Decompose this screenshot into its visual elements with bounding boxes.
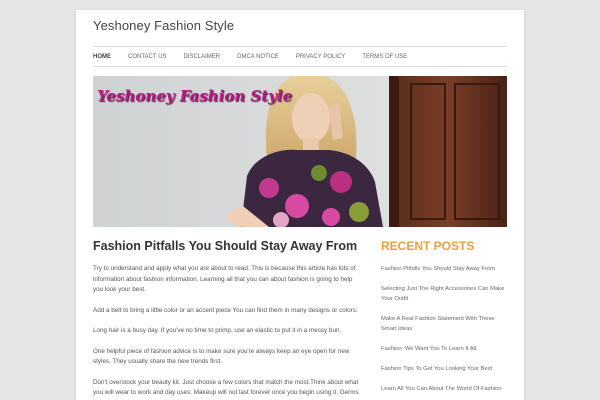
header-banner-image: Yeshoney Fashion Style bbox=[93, 76, 507, 227]
nav-item-terms-of-use[interactable]: TERMS OF USE bbox=[362, 54, 407, 60]
nav-item-home[interactable]: HOME bbox=[93, 54, 111, 60]
recent-posts-heading: RECENT POSTS bbox=[381, 239, 475, 253]
post-title[interactable]: Fashion Pitfalls You Should Stay Away Fr… bbox=[93, 239, 363, 253]
sidebar: RECENT POSTS Fashion Pitfalls You Should… bbox=[381, 239, 511, 400]
recent-posts-list: Fashion Pitfalls You Should Stay Away Fr… bbox=[381, 264, 511, 394]
post-paragraph: One helpful piece of fashion advice is t… bbox=[93, 347, 350, 366]
recent-post-link[interactable]: Learn All You Can About The World Of Fas… bbox=[381, 384, 511, 394]
post-paragraph: Don't overstock your beauty kit. Just ch… bbox=[93, 378, 359, 397]
recent-post-link[interactable]: Make A Real Fashion Statement With These… bbox=[381, 314, 511, 334]
recent-post-link[interactable]: Fashion Tips To Get You Looking Your Bes… bbox=[381, 364, 511, 374]
recent-post-link[interactable]: Selecting Just The Right Accessories Can… bbox=[381, 284, 511, 304]
post-paragraph: Try to understand and apply what you are… bbox=[93, 265, 356, 293]
main-nav: HOME CONTACT US DISCLAIMER DMCA NOTICE P… bbox=[93, 46, 507, 67]
nav-item-disclaimer[interactable]: DISCLAIMER bbox=[183, 54, 220, 60]
recent-post-link[interactable]: Fashion: We Want You To Learn It All bbox=[381, 344, 511, 354]
page-container: Yeshoney Fashion Style HOME CONTACT US D… bbox=[76, 10, 524, 400]
main-content: Fashion Pitfalls You Should Stay Away Fr… bbox=[93, 239, 363, 400]
nav-item-contact-us[interactable]: CONTACT US bbox=[128, 54, 166, 60]
nav-item-privacy-policy[interactable]: PRIVACY POLICY bbox=[296, 54, 345, 60]
post-paragraph: Long hair is a busy day. If you've no ti… bbox=[93, 327, 342, 334]
recent-post-link[interactable]: Fashion Pitfalls You Should Stay Away Fr… bbox=[381, 264, 511, 274]
site-title[interactable]: Yeshoney Fashion Style bbox=[93, 18, 234, 33]
post-paragraph: Add a belt to bring a little color or an… bbox=[93, 306, 358, 314]
banner-title-text: Yeshoney Fashion Style bbox=[97, 87, 293, 105]
nav-item-dmca-notice[interactable]: DMCA NOTICE bbox=[237, 54, 279, 60]
